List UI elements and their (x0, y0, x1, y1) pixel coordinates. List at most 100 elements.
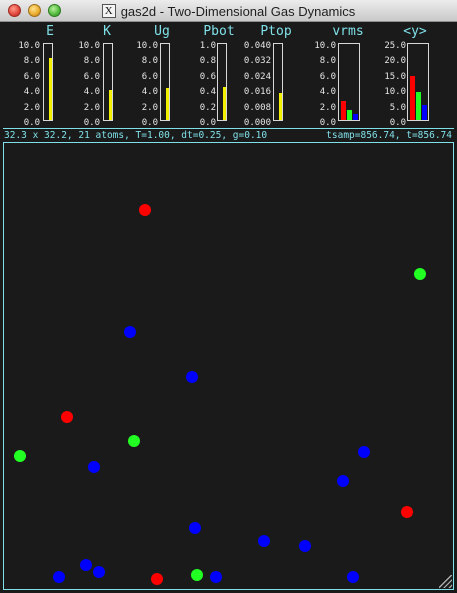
meter-label: K (103, 24, 111, 39)
atom-red (139, 204, 151, 216)
tick-label: 1.0 (199, 41, 216, 51)
atom-green (128, 435, 140, 447)
meter-fill (279, 93, 282, 120)
meter-fill (223, 87, 226, 120)
tick-label: 6.0 (83, 72, 100, 82)
tick-label: 4.0 (319, 87, 336, 97)
atom-blue (53, 571, 65, 583)
meter-bar-frame (43, 43, 53, 121)
meter-fill (166, 88, 169, 120)
tick-label: 0.000 (243, 118, 271, 128)
tick-label: 8.0 (83, 56, 100, 66)
meter-label: Pbot (203, 24, 235, 39)
meter-bar-frame (338, 43, 360, 121)
tick-label: 15.0 (384, 72, 406, 82)
atom-blue (258, 535, 270, 547)
meter-bar-frame (217, 43, 227, 121)
tick-label: 0.008 (243, 103, 271, 113)
tick-label: 0.2 (199, 103, 216, 113)
meter-label: vrms (332, 24, 364, 39)
atom-blue (210, 571, 222, 583)
meter-fill (422, 105, 427, 120)
tick-label: 10.0 (384, 87, 406, 97)
tick-label: 0.024 (243, 72, 271, 82)
atom-blue (93, 566, 105, 578)
meter-bar-frame (160, 43, 170, 121)
simulation-canvas[interactable] (3, 142, 454, 590)
meter-fill (410, 75, 415, 120)
atom-green (14, 450, 26, 462)
atom-blue (337, 475, 349, 487)
atom-red (61, 411, 73, 423)
tick-label: 0.6 (199, 72, 216, 82)
tick-label: 0.8 (199, 56, 216, 66)
meter-vrms: vrms 10.0 8.0 6.0 4.0 2.0 0.0 (308, 22, 378, 128)
tick-label: 2.0 (83, 103, 100, 113)
meter-mean-y: <y> 25.0 20.0 15.0 10.0 5.0 0.0 (372, 22, 442, 128)
tick-label: 20.0 (384, 56, 406, 66)
tick-label: 0.0 (141, 118, 158, 128)
meter-bar-frame (273, 43, 283, 121)
x11-icon: X (101, 4, 116, 18)
tick-label: 0.0 (319, 118, 336, 128)
atom-blue (80, 559, 92, 571)
tick-label: 6.0 (141, 72, 158, 82)
tick-label: 0.016 (243, 87, 271, 97)
atom-blue (299, 540, 311, 552)
meter-fill (416, 91, 421, 120)
tick-label: 10.0 (78, 41, 100, 51)
atom-blue (186, 371, 198, 383)
tick-label: 10.0 (136, 41, 158, 51)
tick-label: 0.032 (243, 56, 271, 66)
meter-label: Ptop (260, 24, 292, 39)
meter-ptop: Ptop 0.040 0.032 0.024 0.016 0.008 0.000 (240, 22, 310, 128)
tick-label: 2.0 (141, 103, 158, 113)
window-title-area: X gas2d - Two-Dimensional Gas Dynamics (0, 0, 457, 22)
meter-fill (347, 110, 352, 120)
meter-panel: E 10.0 8.0 6.0 4.0 2.0 0.0 K 10.0 8.0 6.… (0, 22, 457, 128)
status-line: 32.3 x 32.2, 21 atoms, T=1.00, dt=0.25, … (3, 128, 454, 142)
title-bar[interactable]: X gas2d - Two-Dimensional Gas Dynamics (0, 0, 457, 22)
atom-green (414, 268, 426, 280)
tick-label: 6.0 (319, 72, 336, 82)
meter-label: E (46, 24, 54, 39)
tick-label: 10.0 (314, 41, 336, 51)
meter-pbot: Pbot 1.0 0.8 0.6 0.4 0.2 0.0 (188, 22, 248, 128)
atom-red (401, 506, 413, 518)
tick-label: 0.0 (199, 118, 216, 128)
meter-bar-frame (103, 43, 113, 121)
tick-label: 5.0 (389, 103, 406, 113)
tick-label: 2.0 (23, 103, 40, 113)
tick-label: 0.0 (23, 118, 40, 128)
tick-label: 6.0 (23, 72, 40, 82)
tick-label: 4.0 (23, 87, 40, 97)
tick-label: 0.4 (199, 87, 216, 97)
atom-blue (189, 522, 201, 534)
tick-label: 8.0 (319, 56, 336, 66)
atom-blue (347, 571, 359, 583)
resize-grip[interactable] (439, 575, 452, 588)
tick-label: 8.0 (141, 56, 158, 66)
meter-fill (49, 58, 52, 120)
atom-blue (358, 446, 370, 458)
tick-label: 10.0 (18, 41, 40, 51)
meter-fill (353, 113, 358, 120)
meter-fill (109, 89, 112, 120)
atom-blue (88, 461, 100, 473)
window-title: gas2d - Two-Dimensional Gas Dynamics (120, 3, 356, 19)
meter-fill (341, 101, 346, 120)
tick-label: 2.0 (319, 103, 336, 113)
meter-label: <y> (403, 24, 427, 39)
tick-label: 0.0 (83, 118, 100, 128)
atom-green (191, 569, 203, 581)
tick-label: 25.0 (384, 41, 406, 51)
meter-k: K 10.0 8.0 6.0 4.0 2.0 0.0 (70, 22, 120, 128)
tick-label: 0.040 (243, 41, 271, 51)
simulation-parameters: 32.3 x 32.2, 21 atoms, T=1.00, dt=0.25, … (4, 130, 268, 141)
tick-label: 8.0 (23, 56, 40, 66)
simulation-time: tsamp=856.74, t=856.74 (326, 130, 452, 141)
meter-ug: Ug 10.0 8.0 6.0 4.0 2.0 0.0 (128, 22, 188, 128)
tick-label: 4.0 (141, 87, 158, 97)
tick-label: 0.0 (389, 118, 406, 128)
atom-blue (124, 326, 136, 338)
